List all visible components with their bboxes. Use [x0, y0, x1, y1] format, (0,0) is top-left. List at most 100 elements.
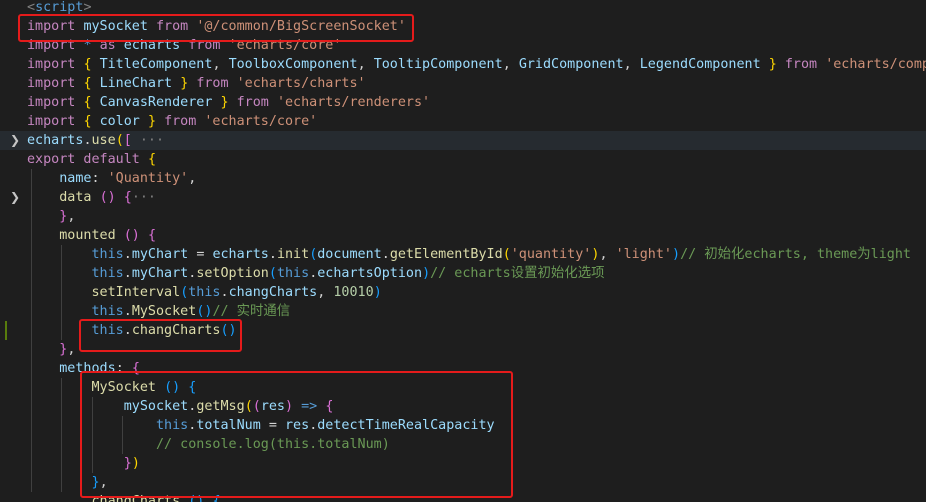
code-token: {: [83, 76, 100, 91]
code-token: GridComponent: [518, 57, 624, 72]
code-line[interactable]: },: [0, 207, 926, 226]
code-token: CanvasRenderer: [99, 95, 221, 110]
code-line[interactable]: // console.log(this.totalNum): [0, 435, 926, 454]
code-token: ): [131, 456, 140, 471]
code-line[interactable]: }): [0, 454, 926, 473]
code-line[interactable]: this.myChart.setOption(this.echartsOptio…: [0, 264, 926, 283]
code-token: color: [99, 114, 148, 129]
code-token: LegendComponent: [639, 57, 769, 72]
code-text: name: 'Quantity',: [27, 169, 196, 188]
code-line[interactable]: ❯ echarts.use([ ···: [0, 131, 926, 150]
code-text: methods: {: [27, 359, 140, 378]
code-token: TitleComponent: [99, 57, 213, 72]
code-text: // console.log(this.totalNum): [27, 435, 390, 454]
code-token: {: [83, 57, 100, 72]
code-text: import { CanvasRenderer } from 'echarts/…: [27, 93, 430, 112]
code-line[interactable]: setInterval(this.changCharts, 10010): [0, 283, 926, 302]
code-text: mySocket.getMsg((res) => {: [27, 397, 334, 416]
code-token: changCharts: [228, 285, 318, 300]
code-token: changCharts: [131, 323, 221, 338]
code-token: res: [285, 418, 310, 433]
code-token: {: [188, 380, 197, 395]
code-token: }: [91, 475, 100, 490]
code-token: LineChart: [99, 76, 181, 91]
code-token: .: [123, 323, 132, 338]
code-token: 'echarts/core': [204, 114, 318, 129]
code-token: this: [156, 418, 189, 433]
code-line[interactable]: import * as echarts from 'echarts/core': [0, 36, 926, 55]
code-token: this: [91, 247, 124, 262]
code-text: data () {···: [27, 188, 156, 207]
code-token: import: [27, 95, 84, 110]
code-token: TooltipComponent: [373, 57, 503, 72]
code-token: MySocket: [91, 380, 165, 395]
code-token: myChart: [131, 247, 197, 262]
code-line[interactable]: this.MySocket()// 实时通信: [0, 302, 926, 321]
code-token: 'echarts/core': [228, 38, 342, 53]
code-token: getMsg: [196, 399, 245, 414]
code-token: [: [123, 133, 132, 148]
fold-chevron-icon[interactable]: ❯: [10, 131, 20, 150]
code-line[interactable]: <script>: [0, 0, 926, 17]
code-line[interactable]: import mySocket from '@/common/BigScreen…: [0, 17, 926, 36]
code-line[interactable]: changCharts () {: [0, 492, 926, 502]
code-token: ,: [188, 171, 197, 186]
code-token: {: [147, 228, 156, 243]
code-token: >: [83, 0, 92, 15]
code-token: 'quantity': [510, 247, 592, 262]
code-token: import: [27, 57, 84, 72]
code-line[interactable]: },: [0, 473, 926, 492]
code-token: from: [156, 19, 197, 34]
code-token: (): [164, 380, 189, 395]
code-token: (): [123, 228, 148, 243]
code-token: use: [91, 133, 116, 148]
code-line[interactable]: import { LineChart } from 'echarts/chart…: [0, 74, 926, 93]
code-token: myChart: [131, 266, 189, 281]
code-token: {: [123, 190, 132, 205]
code-line[interactable]: MySocket () {: [0, 378, 926, 397]
code-editor[interactable]: <script> import mySocket from '@/common/B…: [0, 0, 926, 502]
code-line[interactable]: methods: {: [0, 359, 926, 378]
code-line[interactable]: import { color } from 'echarts/core': [0, 112, 926, 131]
code-token: 'echarts/renderers': [276, 95, 431, 110]
code-line[interactable]: mounted () {: [0, 226, 926, 245]
code-token: import: [27, 76, 84, 91]
code-line[interactable]: name: 'Quantity',: [0, 169, 926, 188]
code-text: MySocket () {: [27, 378, 197, 397]
code-token: }: [220, 95, 237, 110]
code-line[interactable]: ❯ data () {···: [0, 188, 926, 207]
code-line[interactable]: import { TitleComponent, ToolboxComponen…: [0, 55, 926, 74]
code-token: MySocket: [131, 304, 197, 319]
code-token: export default: [27, 152, 148, 167]
code-line[interactable]: this.myChart = echarts.init(document.get…: [0, 245, 926, 264]
code-token: ,: [357, 57, 374, 72]
code-line[interactable]: this.totalNum = res.detectTimeRealCapaci…: [0, 416, 926, 435]
code-token: {: [325, 399, 334, 414]
code-token: 'echarts/components': [825, 57, 926, 72]
code-token: import: [27, 19, 84, 34]
code-text: export default {: [27, 150, 156, 169]
code-line[interactable]: mySocket.getMsg((res) => {: [0, 397, 926, 416]
code-line[interactable]: import { CanvasRenderer } from 'echarts/…: [0, 93, 926, 112]
fold-chevron-icon[interactable]: ❯: [10, 188, 20, 207]
code-line[interactable]: },: [0, 340, 926, 359]
code-text: },: [27, 340, 75, 359]
code-token: from: [164, 114, 205, 129]
code-text: },: [27, 473, 108, 492]
code-text: setInterval(this.changCharts, 10010): [27, 283, 382, 302]
code-line[interactable]: this.changCharts(): [0, 321, 926, 340]
code-token: {: [83, 95, 100, 110]
code-token: .: [123, 247, 132, 262]
code-token: (: [115, 133, 124, 148]
git-modified-marker: [5, 321, 7, 340]
code-text: import mySocket from '@/common/BigScreen…: [27, 17, 406, 36]
code-line[interactable]: export default {: [0, 150, 926, 169]
code-token: from: [784, 57, 826, 72]
code-token: {: [212, 494, 221, 502]
code-token: from: [236, 95, 277, 110]
code-token: this: [276, 266, 310, 281]
code-text: changCharts () {: [27, 492, 221, 502]
